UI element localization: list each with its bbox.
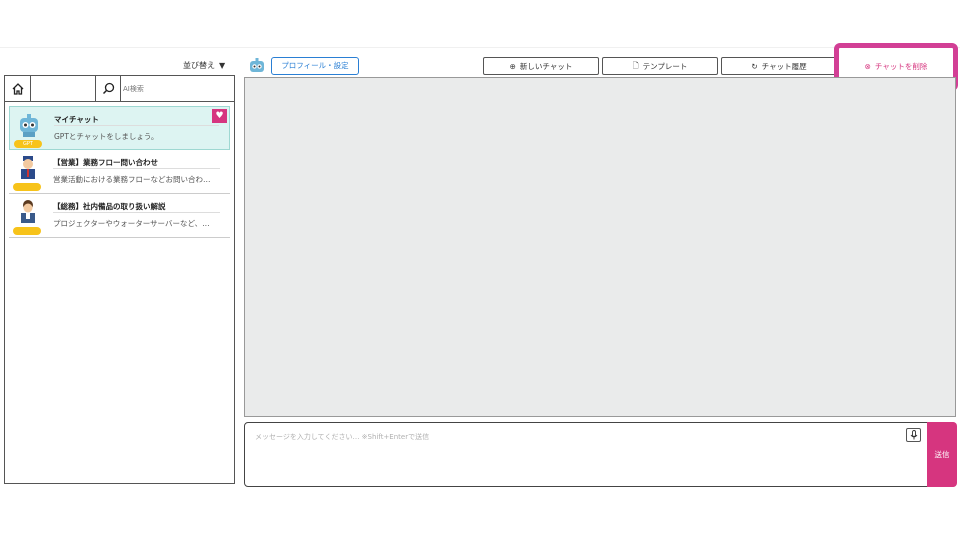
sort-dropdown[interactable]: 並び替え ▼ — [183, 60, 225, 71]
model-badge — [13, 183, 41, 191]
history-label: チャット履歴 — [761, 61, 807, 71]
chat-sidebar: GPT マイチャット GPTとチャットをしましょう。 ♥ 【営業】業務フロー問い… — [4, 75, 235, 484]
chat-history-button[interactable]: ↻ チャット履歴 — [721, 57, 837, 75]
chat-item-desc: プロジェクターやウォーターサーバーなど、… — [53, 219, 210, 228]
bot-avatar-icon — [250, 58, 264, 72]
chat-item-sales-flow[interactable]: 【営業】業務フロー問い合わせ 営業活動における業務フローなどお問い合わ… — [9, 150, 230, 194]
model-badge — [13, 227, 41, 235]
chat-item-general-affairs[interactable]: 【総務】社内備品の取り扱い解説 プロジェクターやウォーターサーバーなど、… — [9, 194, 230, 238]
sort-label: 並び替え — [183, 61, 215, 70]
message-composer: メッセージを入力してください… ※Shift+Enterで送信 送信 — [244, 422, 957, 487]
model-badge: GPT — [14, 140, 42, 148]
new-chat-label: 新しいチャット — [519, 61, 573, 71]
history-icon: ↻ — [751, 61, 758, 71]
chat-messages-area — [244, 77, 956, 417]
staff-avatar-icon — [21, 200, 35, 223]
divider — [53, 168, 220, 169]
profile-settings-button[interactable]: プロフィール・設定 — [271, 57, 359, 75]
send-button[interactable]: 送信 — [927, 422, 957, 487]
template-label: テンプレート — [642, 61, 688, 71]
chat-item-my-chat[interactable]: GPT マイチャット GPTとチャットをしましょう。 ♥ — [9, 106, 230, 150]
favorite-button[interactable]: ♥ — [212, 109, 227, 123]
sales-person-avatar-icon — [21, 156, 35, 179]
chat-item-title: 【総務】社内備品の取り扱い解説 — [53, 202, 166, 211]
chat-item-title: 【営業】業務フロー問い合わせ — [53, 158, 158, 167]
divider — [54, 125, 219, 126]
ai-search-input[interactable] — [123, 81, 231, 97]
search-row — [5, 76, 234, 102]
chat-item-title: マイチャット — [54, 115, 99, 124]
plus-circle-icon: ⊕ — [509, 61, 516, 71]
message-input[interactable]: メッセージを入力してください… ※Shift+Enterで送信 — [255, 432, 429, 442]
home-icon — [12, 82, 23, 95]
home-button[interactable] — [5, 76, 31, 101]
top-bar — [0, 0, 960, 48]
heart-icon: ♥ — [215, 111, 224, 121]
search-icon — [102, 82, 114, 95]
chat-item-desc: GPTとチャットをしましょう。 — [54, 132, 159, 141]
chat-item-desc: 営業活動における業務フローなどお問い合わ… — [53, 175, 211, 184]
document-icon: 🗋 — [632, 60, 639, 70]
new-chat-button[interactable]: ⊕ 新しいチャット — [483, 57, 599, 75]
search-button[interactable] — [95, 76, 121, 101]
microphone-icon — [910, 430, 917, 440]
caret-down-icon: ▼ — [219, 61, 226, 70]
divider — [53, 212, 220, 213]
voice-input-button[interactable] — [906, 428, 921, 442]
template-button[interactable]: 🗋 テンプレート — [602, 57, 718, 75]
robot-avatar-icon — [20, 114, 38, 137]
